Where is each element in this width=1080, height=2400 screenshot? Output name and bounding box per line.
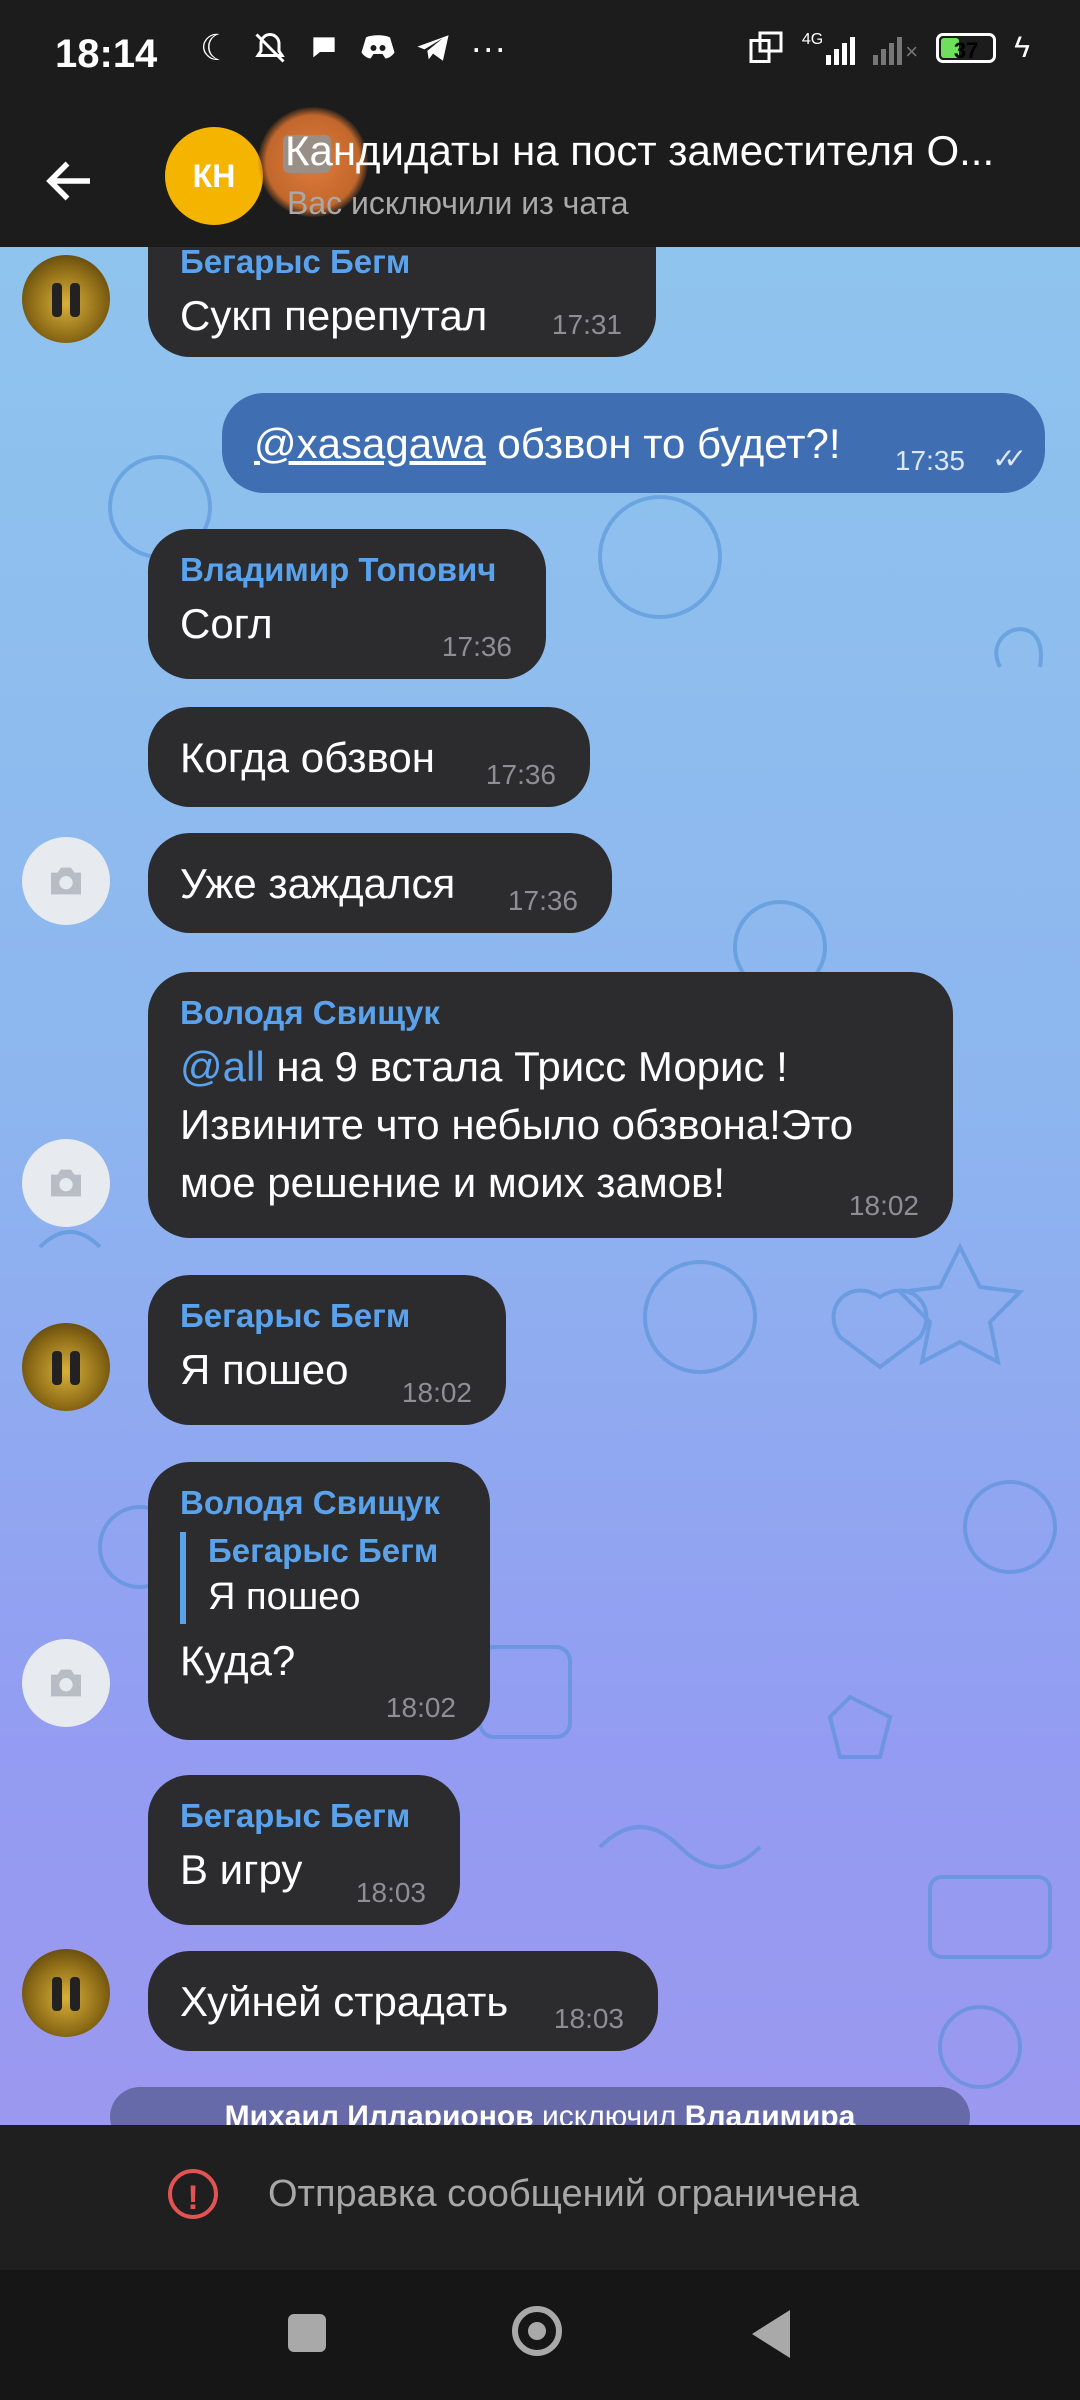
message-bubble[interactable]: Володя Свищук Бегарыс Бегм Я пошео Куда?… [148,1462,490,1740]
restricted-text: Отправка сообщений ограничена [268,2173,860,2215]
reply-text: Я пошео [208,1576,361,1618]
chat-avatar[interactable]: КН [165,127,263,225]
message-time: 18:02 [401,1377,472,1408]
system-icons: 4G × 37 ϟ [748,30,1030,66]
status-time: 18:14 [55,32,158,76]
camera-icon [51,867,81,895]
signal-off-icon: × [873,31,918,65]
status-bar: 18:14 ☾ ··· 4G × 37 ϟ [0,0,1080,115]
mention-link[interactable]: @all [180,1043,265,1090]
avatar[interactable] [22,837,110,925]
sender-name[interactable]: Володя Свищук [180,1484,458,1522]
chat-icon [313,37,335,58]
message-time: 17:36 [441,631,512,662]
avatar[interactable] [22,1949,110,2037]
message-time: 17:35 [894,445,965,476]
sender-name[interactable]: Владимир Топович [180,551,514,589]
moon-icon: ☾ [200,27,233,68]
more-icon: ··· [470,27,507,68]
sender-name[interactable]: Володя Свищук [180,994,921,1032]
restricted-bar: ! Отправка сообщений ограничена [0,2125,1080,2270]
service-action: исключил [533,2100,685,2125]
message-bubble[interactable]: Бегарыс Бегм Я пошео 18:02 [148,1275,506,1425]
chat-header: КН Кандидаты на пост заместителя О... Ва… [0,107,1080,247]
message-time: 18:03 [553,2003,624,2034]
message-bubble-outgoing[interactable]: @xasagawa обзвон то будет?! 17:35 ✓✓ [222,393,1045,493]
avatar[interactable] [22,1323,110,1411]
message-bubble[interactable]: Владимир Топович Согл 17:36 [148,529,546,679]
sender-name[interactable]: Бегарыс Бегм [180,1797,428,1835]
battery-icon: 37 [936,33,997,63]
message-time: 17:36 [507,885,578,916]
message-text: на 9 встала Трисс Морис ! [264,1043,788,1090]
reply-sender: Бегарыс Бегм [208,1532,439,1569]
battery-level: 37 [953,38,979,63]
warning-icon: ! [168,2169,218,2219]
telegram-icon [417,35,449,61]
screen-cast-icon [749,31,783,63]
chat-title[interactable]: Кандидаты на пост заместителя О... [285,127,1045,175]
bell-off-icon [255,32,286,63]
network-type: 4G [801,31,824,48]
message-time: 18:02 [385,1692,456,1723]
mention-link[interactable]: @xasagawa [254,420,486,467]
message-time: 17:36 [485,759,556,790]
sender-name[interactable]: Бегарыс Бегм [180,1297,474,1335]
message-time: 17:31 [551,309,622,340]
service-name[interactable]: Владимира [685,2100,856,2125]
chat-subtitle: Вас исключили из чата [287,185,629,221]
discord-icon [361,35,395,59]
home-icon[interactable] [512,2306,562,2356]
message-bubble[interactable]: Бегарыс Бегм В игру 18:03 [148,1775,460,1925]
message-time: 18:03 [355,1877,426,1908]
avatar[interactable] [22,1139,110,1227]
message-bubble[interactable]: Бегарыс Бегм Сукп перепутал 17:31 [148,247,656,357]
message-bubble[interactable]: Уже заждался 17:36 [148,833,612,933]
message-list[interactable]: Бегарыс Бегм Сукп перепутал 17:31 @xasag… [0,247,1080,2125]
message-text-line: Извините что небыло обзвона!Это [180,1101,854,1148]
charging-icon: ϟ [1014,31,1030,64]
avatar[interactable] [22,255,110,343]
camera-icon [51,1169,81,1197]
message-bubble[interactable]: Хуйней страдать 18:03 [148,1951,658,2051]
message-text-line: мое решение и моих замов! [180,1159,726,1206]
signal-4g-icon: 4G [801,31,856,65]
service-name[interactable]: Михаил Илларионов [225,2100,534,2125]
message-text: Куда? [180,1637,296,1684]
recent-apps-icon[interactable] [288,2314,326,2352]
message-bubble[interactable]: Володя Свищук @all на 9 встала Трисс Мор… [148,972,953,1238]
sender-name[interactable]: Бегарыс Бегм [180,247,624,281]
message-bubble[interactable]: Когда обзвон 17:36 [148,707,590,807]
message-time: 18:02 [848,1190,919,1221]
service-message: Михаил Илларионов исключил Владимира [110,2087,970,2125]
system-nav-bar [0,2270,1080,2400]
camera-icon [51,1669,81,1697]
message-text: обзвон то будет?! [485,420,841,467]
nav-back-icon[interactable] [752,2310,790,2358]
read-checks-icon: ✓✓ [992,443,1027,474]
avatar[interactable] [22,1639,110,1727]
back-arrow-icon[interactable] [40,145,110,215]
notification-icons: ☾ ··· [200,30,506,66]
reply-quote[interactable]: Бегарыс Бегм Я пошео [180,1532,458,1624]
